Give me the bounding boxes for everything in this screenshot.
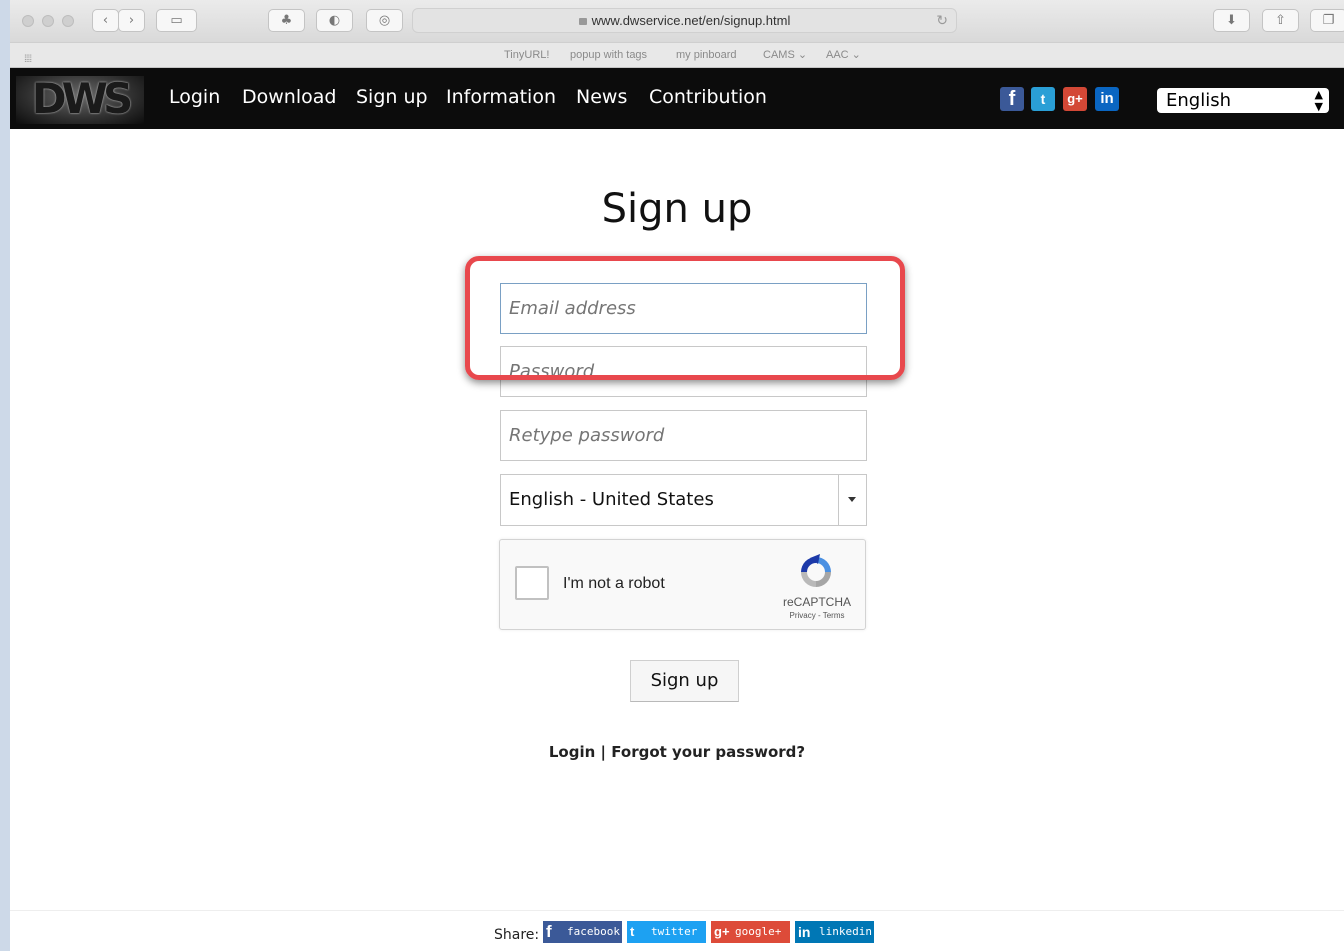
extension-icon: ♣ bbox=[280, 13, 293, 28]
link-separator: | bbox=[600, 743, 607, 761]
nav-contribution[interactable]: Contribution bbox=[649, 86, 767, 108]
share-google-plus-label: google+ bbox=[735, 925, 782, 938]
bookmark-popup-with-tags[interactable]: popup with tags bbox=[570, 43, 647, 67]
dws-logo[interactable]: DWS bbox=[16, 76, 144, 124]
auth-links: Login | Forgot your password? bbox=[10, 743, 1344, 761]
site-navbar: DWS Login Download Sign up Information N… bbox=[10, 68, 1344, 129]
bookmark-cams[interactable]: CAMS ⌄ bbox=[763, 43, 807, 67]
updown-arrows-icon: ▲ ▼ bbox=[1314, 88, 1323, 113]
bookmark-tinyurl[interactable]: TinyURL! bbox=[504, 43, 549, 67]
page-title: Sign up bbox=[601, 186, 753, 232]
bookmark-aac[interactable]: AAC ⌄ bbox=[826, 43, 861, 67]
signup-button[interactable]: Sign up bbox=[630, 660, 739, 702]
extension-button-1[interactable]: ♣ bbox=[268, 9, 305, 32]
share-button[interactable]: ⇧ bbox=[1262, 9, 1299, 32]
chevron-right-icon: › bbox=[128, 13, 135, 28]
bookmarks-bar: ⁞⁞⁞⁞ TinyURL! popup with tags my pinboar… bbox=[10, 42, 1344, 68]
browser-toolbar: ‹ › ▭ ♣ ◐ ◎ www.dwservice.net/en/signup.… bbox=[10, 0, 1344, 42]
recaptcha-label: I'm not a robot bbox=[563, 575, 665, 592]
language-value: English bbox=[1166, 90, 1231, 111]
linkedin-icon[interactable]: in bbox=[1095, 87, 1119, 111]
twitter-icon: t bbox=[630, 924, 635, 939]
recaptcha-widget: I'm not a robot reCAPTCHA Privacy - Term… bbox=[499, 539, 866, 630]
sidebar-icon: ▭ bbox=[170, 13, 183, 28]
address-bar[interactable]: www.dwservice.net/en/signup.html ↻ bbox=[412, 8, 957, 33]
nav-download[interactable]: Download bbox=[242, 86, 336, 108]
share-google-plus-button[interactable]: g+ google+ bbox=[711, 921, 790, 943]
recaptcha-terms-link[interactable]: Privacy - Terms bbox=[770, 611, 864, 620]
share-twitter-label: twitter bbox=[651, 925, 698, 938]
extension-button-2[interactable]: ◐ bbox=[316, 9, 353, 32]
retype-password-field[interactable] bbox=[500, 410, 867, 461]
password-field[interactable] bbox=[500, 346, 867, 397]
share-twitter-button[interactable]: t twitter bbox=[627, 921, 706, 943]
password-manager-button[interactable]: ◎ bbox=[366, 9, 403, 32]
close-window-button[interactable] bbox=[22, 15, 34, 27]
share-icon: ⇧ bbox=[1275, 13, 1286, 28]
recaptcha-checkbox[interactable] bbox=[515, 566, 549, 600]
locale-select[interactable]: English - United States bbox=[500, 474, 867, 526]
bookmark-my-pinboard[interactable]: my pinboard bbox=[676, 43, 737, 67]
url-text: www.dwservice.net/en/signup.html bbox=[591, 13, 791, 28]
nav-information[interactable]: Information bbox=[446, 86, 556, 108]
share-linkedin-button[interactable]: in linkedin bbox=[795, 921, 874, 943]
google-plus-icon: g+ bbox=[714, 924, 730, 939]
download-icon: ⬇ bbox=[1226, 13, 1237, 28]
nav-login[interactable]: Login bbox=[169, 86, 220, 108]
recaptcha-brand: reCAPTCHA bbox=[782, 595, 851, 609]
minimize-window-button[interactable] bbox=[42, 15, 54, 27]
zoom-window-button[interactable] bbox=[62, 15, 74, 27]
forward-button[interactable]: › bbox=[118, 9, 145, 32]
locale-value: English - United States bbox=[509, 489, 714, 510]
recaptcha-icon bbox=[801, 554, 831, 587]
reload-icon[interactable]: ↻ bbox=[936, 9, 948, 32]
email-field[interactable] bbox=[500, 283, 867, 334]
login-link[interactable]: Login bbox=[549, 743, 595, 761]
sidebar-toggle-button[interactable]: ▭ bbox=[156, 9, 197, 32]
google-plus-icon[interactable]: g+ bbox=[1063, 87, 1087, 111]
facebook-icon: f bbox=[546, 922, 552, 941]
caret-down-icon bbox=[848, 497, 856, 502]
language-select[interactable]: English ▲ ▼ bbox=[1157, 88, 1329, 113]
nav-news[interactable]: News bbox=[576, 86, 627, 108]
share-linkedin-label: linkedin bbox=[819, 925, 872, 938]
nav-signup[interactable]: Sign up bbox=[356, 86, 428, 108]
chevron-left-icon: ‹ bbox=[102, 13, 109, 28]
forgot-password-link[interactable]: Forgot your password? bbox=[611, 743, 805, 761]
browser-window: ‹ › ▭ ♣ ◐ ◎ www.dwservice.net/en/signup.… bbox=[10, 0, 1344, 951]
lock-icon bbox=[578, 18, 587, 25]
share-facebook-button[interactable]: f facebook bbox=[543, 921, 622, 943]
twitter-icon[interactable]: t bbox=[1031, 87, 1055, 111]
extension-icon: ◐ bbox=[328, 13, 341, 28]
share-label: Share: bbox=[494, 927, 540, 943]
back-button[interactable]: ‹ bbox=[92, 9, 119, 32]
password-icon: ◎ bbox=[378, 13, 391, 28]
facebook-icon[interactable]: f bbox=[1000, 87, 1024, 111]
downloads-button[interactable]: ⬇ bbox=[1213, 9, 1250, 32]
share-footer: Share: f facebook t twitter g+ google+ i… bbox=[10, 910, 1344, 951]
tabs-icon: ❐ bbox=[1322, 13, 1335, 28]
share-facebook-label: facebook bbox=[567, 925, 620, 938]
tabs-overview-button[interactable]: ❐ bbox=[1310, 9, 1344, 32]
linkedin-icon: in bbox=[798, 924, 811, 940]
select-dropdown-button[interactable] bbox=[838, 475, 866, 525]
